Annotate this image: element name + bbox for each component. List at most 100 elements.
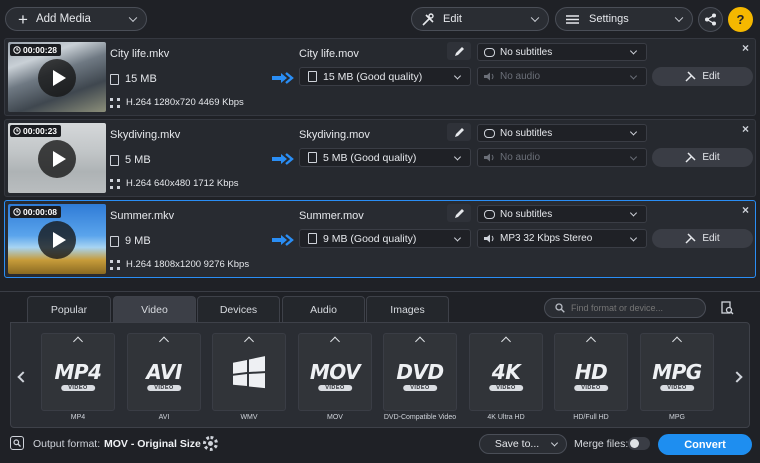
output-size-select[interactable]: 5 MB (Good quality) [299, 148, 471, 167]
remove-file-icon[interactable]: × [742, 122, 749, 136]
output-size-select[interactable]: 15 MB (Good quality) [299, 67, 471, 86]
chevron-up-icon[interactable] [672, 336, 682, 347]
add-media-label: Add Media [35, 13, 91, 25]
output-format-icon[interactable] [10, 436, 24, 450]
play-icon[interactable] [38, 221, 76, 259]
tools-icon [685, 71, 696, 82]
merge-files-toggle[interactable] [628, 437, 650, 450]
tab-devices[interactable]: Devices [197, 296, 280, 322]
chevron-right-icon[interactable] [731, 371, 743, 383]
audio-text: No audio [500, 71, 541, 82]
chevron-up-icon[interactable] [73, 336, 83, 347]
edit-file-button[interactable]: Edit [652, 67, 753, 86]
rename-button[interactable] [447, 42, 471, 60]
speech-bubble-icon [484, 128, 495, 138]
output-format-value: MOV - Original Size [104, 438, 201, 450]
tab-label: Images [390, 303, 425, 316]
format-tile[interactable]: DVD VIDEO [383, 333, 457, 411]
format-tile[interactable]: MP4 VIDEO [41, 333, 115, 411]
duration-badge: 00:00:28 [10, 44, 62, 56]
source-codec-text: H.264 1808x1200 9276 Kbps [126, 259, 250, 270]
chevron-left-icon[interactable] [17, 371, 29, 383]
remove-file-icon[interactable]: × [742, 41, 749, 55]
chevron-up-icon[interactable] [159, 336, 169, 347]
convert-label: Convert [684, 438, 726, 451]
tools-icon [685, 233, 696, 244]
video-thumbnail[interactable]: 00:00:28 [8, 42, 106, 112]
output-filename[interactable]: Summer.mov [299, 210, 364, 222]
format-tile[interactable] [212, 333, 286, 411]
remove-file-icon[interactable]: × [742, 203, 749, 217]
rename-button[interactable] [447, 204, 471, 222]
source-codec-text: H.264 640x480 1712 Kbps [126, 178, 239, 189]
subtitles-select[interactable]: No subtitles [477, 124, 647, 142]
audio-select[interactable]: No audio [477, 148, 647, 167]
edit-file-label: Edit [702, 71, 720, 82]
format-logo-sub: VIDEO [318, 385, 352, 391]
format-tile[interactable]: HD VIDEO [554, 333, 628, 411]
output-filename[interactable]: Skydiving.mov [299, 129, 370, 141]
output-size-select[interactable]: 9 MB (Good quality) [299, 229, 471, 248]
edit-file-button[interactable]: Edit [652, 229, 753, 248]
file-row[interactable]: 00:00:28 City life.mkv 15 MB H.264 1280x… [4, 38, 756, 116]
file-row[interactable]: 00:00:08 Summer.mkv 9 MB H.264 1808x1200… [4, 200, 756, 278]
format-search[interactable] [544, 298, 706, 318]
source-size: 9 MB [110, 235, 151, 247]
save-to-button[interactable]: Save to... [479, 434, 567, 454]
play-icon[interactable] [38, 59, 76, 97]
subtitles-select[interactable]: No subtitles [477, 43, 647, 61]
video-thumbnail[interactable]: 00:00:23 [8, 123, 106, 193]
tab-images[interactable]: Images [366, 296, 449, 322]
chevron-up-icon[interactable] [586, 336, 596, 347]
file-icon [308, 233, 317, 244]
chevron-up-icon[interactable] [244, 336, 254, 347]
format-tile[interactable]: MPG VIDEO [640, 333, 714, 411]
tab-video[interactable]: Video [113, 296, 196, 322]
search-input[interactable] [571, 303, 701, 313]
format-tile[interactable]: MOV VIDEO [298, 333, 372, 411]
chevron-up-icon[interactable] [330, 336, 340, 347]
edit-dropdown-button[interactable]: Edit [411, 7, 549, 31]
toggle-knob [630, 439, 639, 448]
tab-popular[interactable]: Popular [27, 296, 111, 322]
format-logo: MP4 [54, 360, 102, 384]
audio-select[interactable]: MP3 32 Kbps Stereo [477, 229, 647, 248]
audio-select[interactable]: No audio [477, 67, 647, 86]
subtitles-text: No subtitles [500, 127, 553, 139]
duration-badge: 00:00:23 [10, 125, 62, 137]
source-filename: City life.mkv [110, 48, 170, 60]
source-size-text: 15 MB [125, 73, 157, 85]
file-row[interactable]: 00:00:23 Skydiving.mkv 5 MB H.264 640x48… [4, 119, 756, 197]
speaker-icon [484, 72, 494, 81]
video-thumbnail[interactable]: 00:00:08 [8, 204, 106, 274]
chevron-up-icon[interactable] [415, 336, 425, 347]
share-button[interactable] [698, 7, 723, 32]
format-logo: 4K [491, 360, 521, 384]
pencil-icon [454, 46, 464, 56]
format-logo-sub: VIDEO [61, 385, 95, 391]
format-tile[interactable]: AVI VIDEO [127, 333, 201, 411]
output-filename[interactable]: City life.mov [299, 48, 359, 60]
chevron-down-icon [629, 128, 638, 136]
chevron-up-icon[interactable] [501, 336, 511, 347]
format-info-button[interactable] [718, 299, 736, 317]
play-icon[interactable] [38, 140, 76, 178]
format-label: MP4 [70, 414, 86, 421]
format-logo-sub: VIDEO [147, 385, 181, 391]
add-media-button[interactable]: + Add Media [5, 7, 147, 31]
edit-file-button[interactable]: Edit [652, 148, 753, 167]
rename-button[interactable] [447, 123, 471, 141]
chevron-down-icon [530, 13, 540, 23]
help-button[interactable]: ? [728, 7, 753, 32]
source-codec: H.264 1808x1200 9276 Kbps [110, 259, 249, 270]
chevron-down-icon [550, 439, 559, 447]
format-tile[interactable]: 4K VIDEO [469, 333, 543, 411]
output-settings-gear-button[interactable] [203, 436, 218, 451]
chevron-down-icon [453, 152, 462, 161]
convert-arrows-icon [272, 234, 294, 246]
subtitles-select[interactable]: No subtitles [477, 205, 647, 223]
settings-dropdown-button[interactable]: Settings [555, 7, 693, 31]
tab-audio[interactable]: Audio [282, 296, 365, 322]
convert-button[interactable]: Convert [658, 434, 752, 455]
document-search-icon [720, 301, 733, 315]
